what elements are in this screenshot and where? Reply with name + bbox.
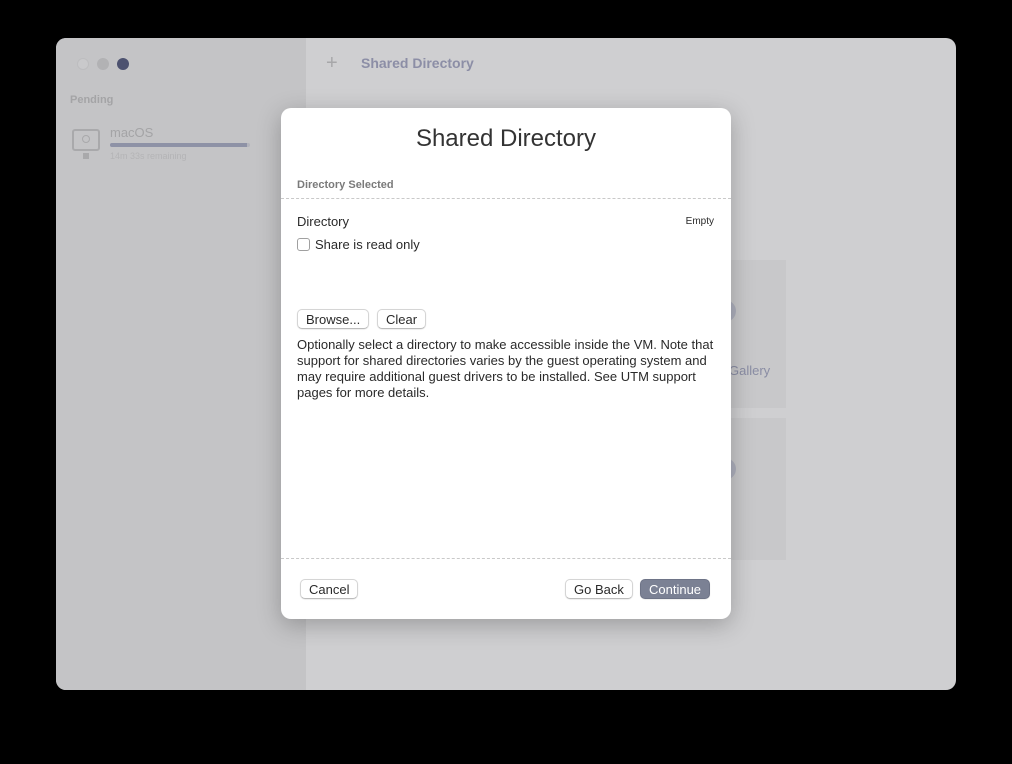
zoom-window-button[interactable] xyxy=(117,58,129,70)
sheet-title: Shared Directory xyxy=(415,125,597,152)
go-back-button[interactable]: Go Back xyxy=(565,579,633,599)
browse-button[interactable]: Browse... xyxy=(297,309,370,329)
shared-directory-sheet: Shared Directory Directory Selected Dire… xyxy=(281,108,731,619)
description-text: Optionally select a directory to make ac… xyxy=(297,337,714,400)
monitor-icon xyxy=(72,129,100,159)
footer-divider xyxy=(281,558,731,559)
clear-button[interactable]: Clear xyxy=(377,309,427,329)
vm-download-progress xyxy=(110,143,250,147)
directory-value: Empty xyxy=(685,216,714,227)
sidebar: Pending macOS 14m 33s remaining xyxy=(56,38,306,690)
section-divider xyxy=(281,198,731,199)
continue-button[interactable]: Continue xyxy=(640,579,711,599)
gallery-label: Gallery xyxy=(729,363,771,378)
vm-download-progress-fill xyxy=(110,143,248,147)
vm-time-remaining: 14m 33s remaining xyxy=(110,151,187,161)
window-title: Shared Directory xyxy=(361,55,474,71)
cancel-button[interactable]: Cancel xyxy=(300,579,359,599)
section-header: Directory Selected xyxy=(297,179,394,191)
readonly-checkbox[interactable] xyxy=(297,238,310,251)
sidebar-section-label: Pending xyxy=(70,94,114,106)
readonly-label[interactable]: Share is read only xyxy=(315,237,420,252)
close-window-button[interactable] xyxy=(77,58,89,70)
minimize-window-button[interactable] xyxy=(97,58,109,70)
vm-name: macOS xyxy=(110,125,154,140)
directory-label: Directory xyxy=(297,214,350,229)
sidebar-item-macos[interactable]: macOS 14m 33s remaining xyxy=(70,125,294,166)
plus-icon[interactable]: + xyxy=(326,52,338,74)
